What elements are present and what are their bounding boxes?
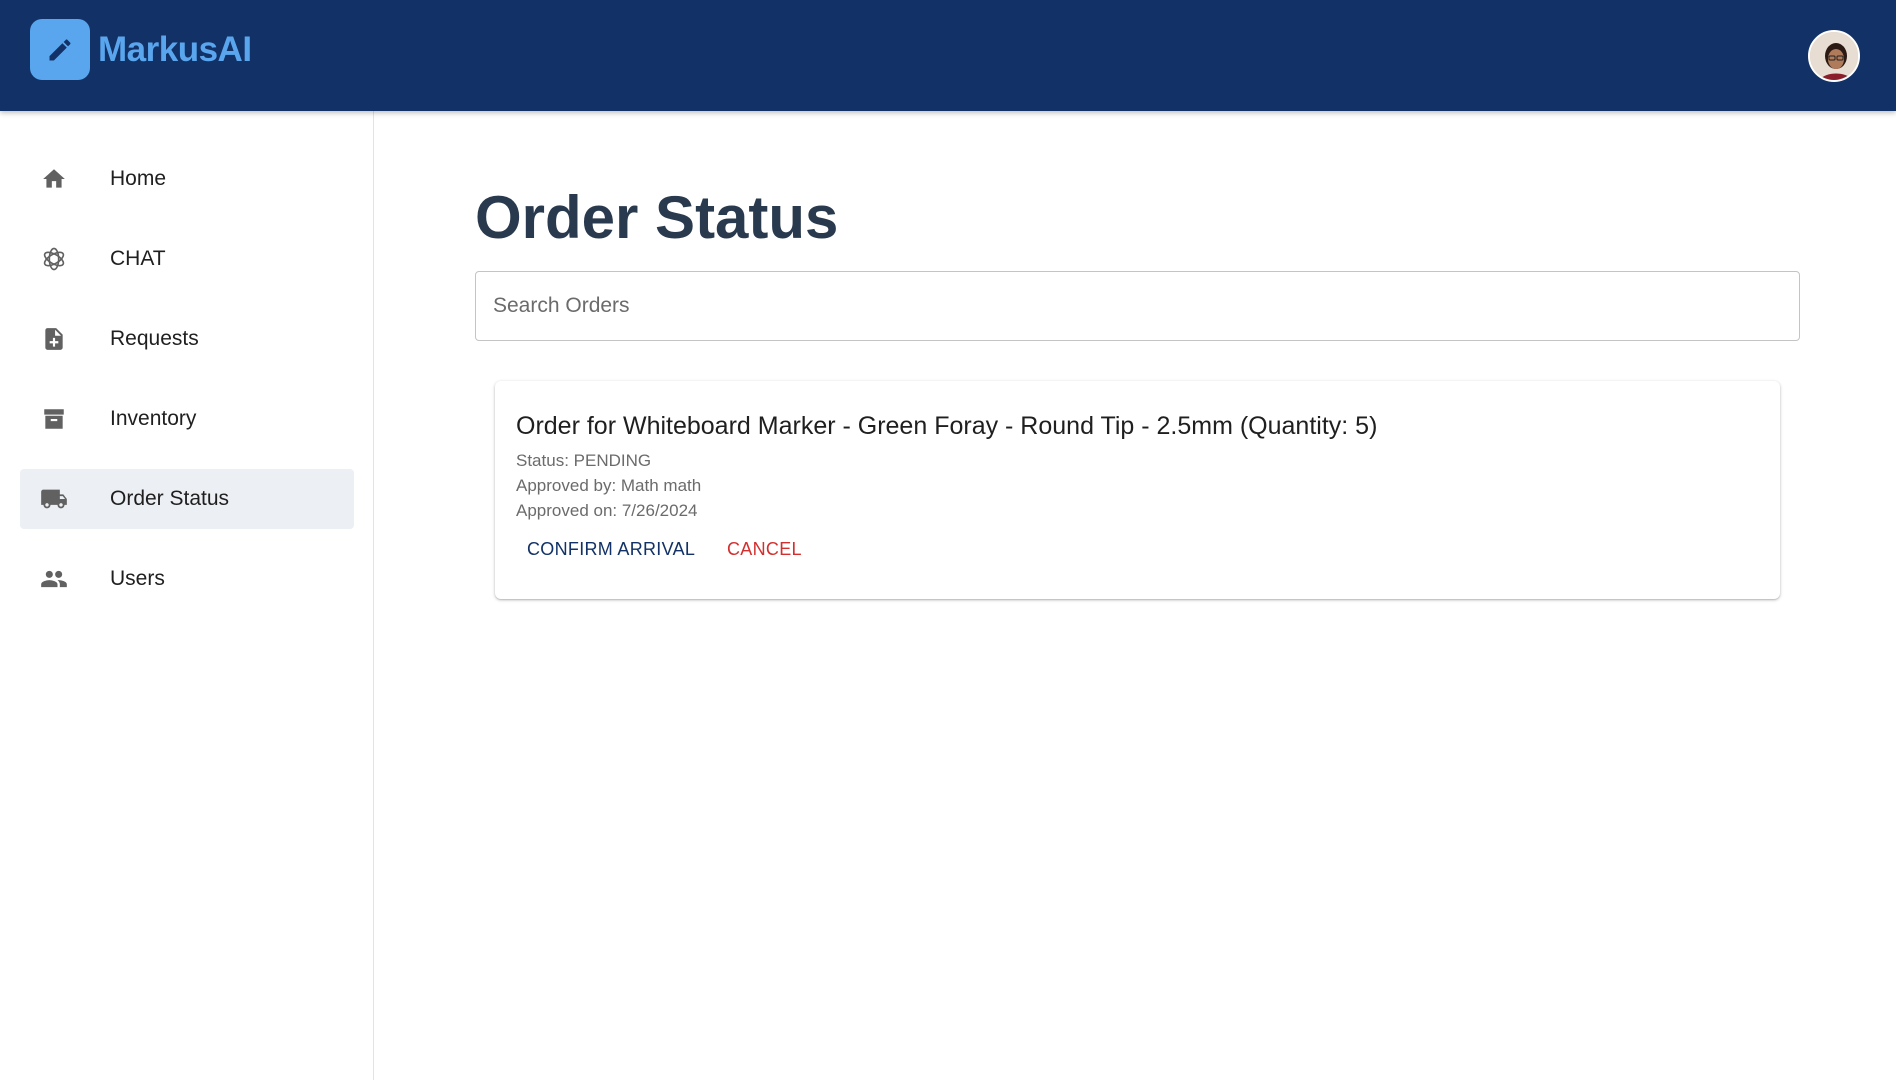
- order-approved-on: Approved on: 7/26/2024: [516, 501, 698, 520]
- user-avatar[interactable]: [1808, 30, 1860, 82]
- file-plus-icon: [40, 325, 68, 353]
- search-orders-input[interactable]: [475, 271, 1800, 341]
- sidebar-item-inventory[interactable]: Inventory: [20, 389, 354, 449]
- sidebar-item-label: Requests: [110, 327, 199, 350]
- confirm-arrival-button[interactable]: CONFIRM ARRIVAL: [517, 531, 705, 567]
- sidebar-item-label: Order Status: [110, 487, 230, 510]
- sidebar-item-users[interactable]: Users: [20, 549, 354, 609]
- truck-icon: [40, 485, 68, 513]
- sidebar-item-order-status[interactable]: Order Status: [20, 469, 354, 529]
- app-bar: MarkusAI: [0, 0, 1896, 111]
- sidebar-item-chat[interactable]: CHAT: [20, 229, 354, 289]
- order-approved-by: Approved by: Math math: [516, 476, 702, 495]
- openai-swirl-icon: [40, 245, 68, 273]
- sidebar-item-label: Inventory: [110, 407, 197, 430]
- cancel-order-button[interactable]: CANCEL: [717, 531, 812, 567]
- order-card: Order for Whiteboard Marker - Green Fora…: [495, 381, 1780, 599]
- users-icon: [40, 565, 68, 593]
- order-title: Order for Whiteboard Marker - Green Fora…: [516, 412, 1378, 440]
- app-logo-text[interactable]: MarkusAI: [98, 30, 252, 70]
- order-status-text: Status: PENDING: [516, 451, 652, 470]
- page-title: Order Status: [475, 184, 839, 251]
- archive-box-icon: [40, 405, 68, 433]
- sidebar-item-label: CHAT: [110, 247, 166, 270]
- sidebar-item-label: Users: [110, 567, 165, 590]
- sidebar: Home CHAT Requests Inventory Order Statu…: [0, 111, 374, 1080]
- sidebar-item-requests[interactable]: Requests: [20, 309, 354, 369]
- logo-pencil-icon[interactable]: [30, 19, 90, 80]
- sidebar-item-home[interactable]: Home: [20, 149, 354, 209]
- home-icon: [40, 165, 68, 193]
- main-content: Order Status Order for Whiteboard Marker…: [375, 111, 1896, 1080]
- sidebar-item-label: Home: [110, 167, 167, 190]
